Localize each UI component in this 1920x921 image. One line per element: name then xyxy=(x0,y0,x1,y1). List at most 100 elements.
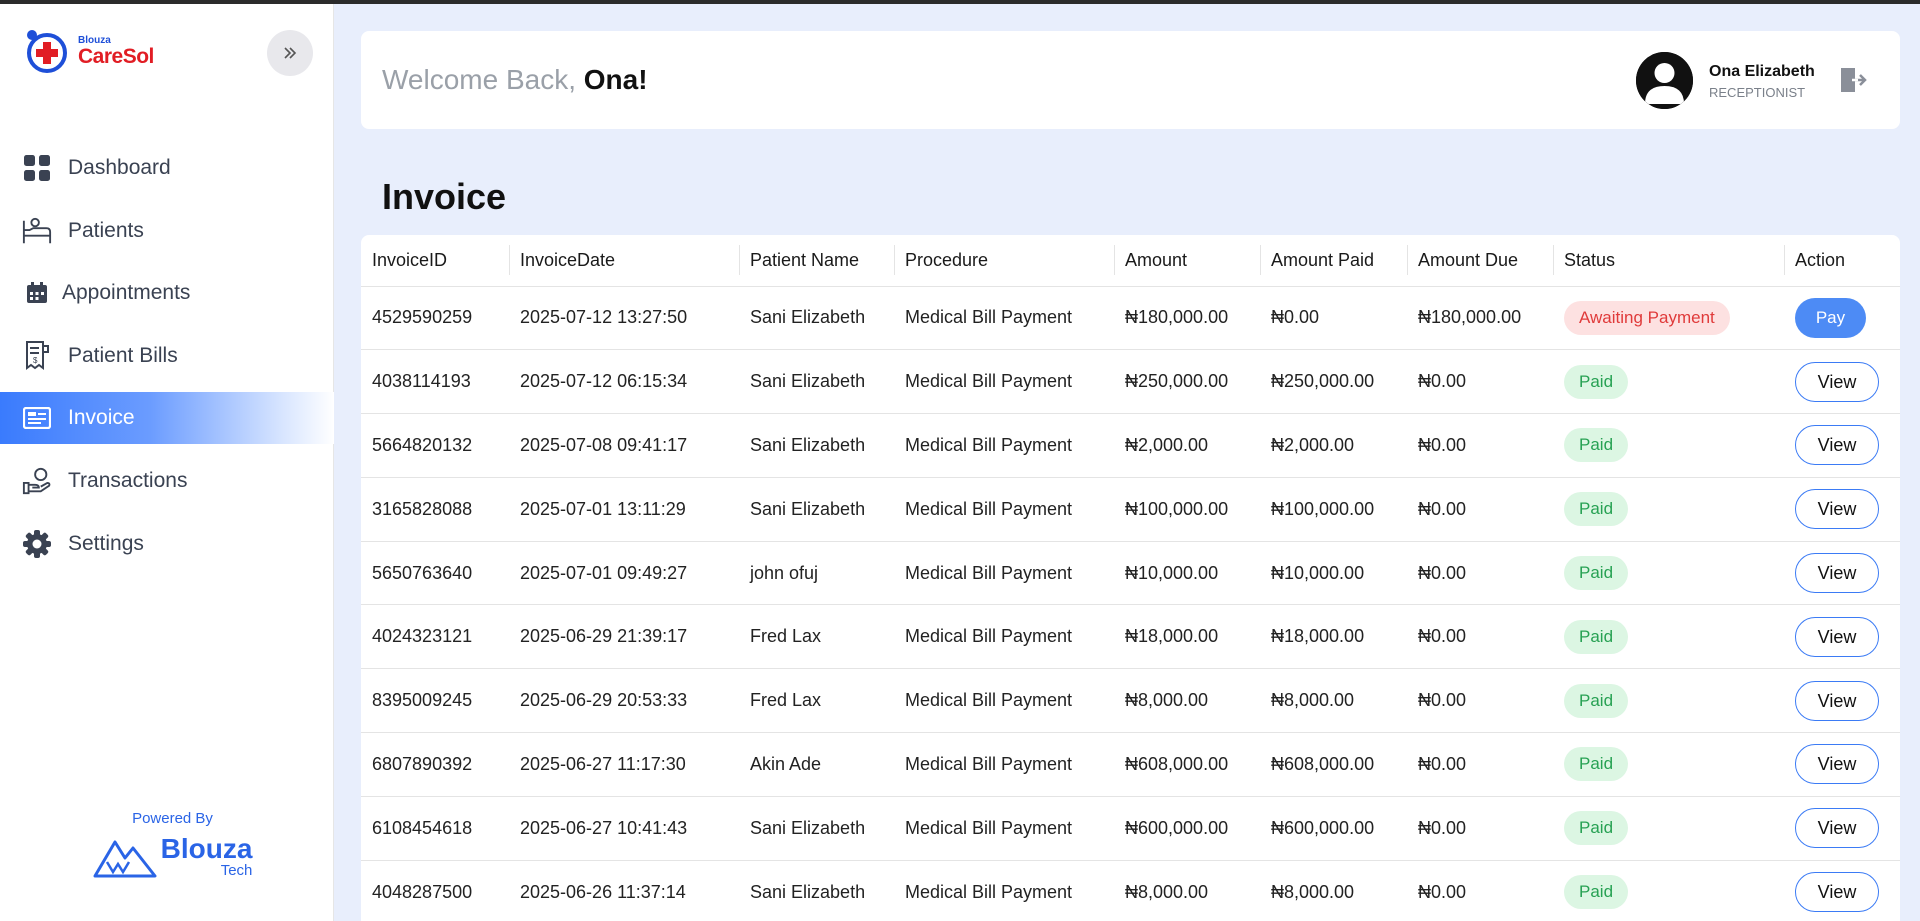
status-badge: Paid xyxy=(1564,619,1629,654)
sidebar-item-label: Patients xyxy=(68,218,144,242)
powered-by-label: Powered By xyxy=(132,810,213,827)
logout-icon xyxy=(1841,68,1867,92)
table-row: 5650763640 2025-07-01 09:49:27 john ofuj Me… xyxy=(361,541,1900,606)
amount-due-cell: ₦0.00 xyxy=(1407,668,1553,734)
column-header-procedure[interactable]: Procedure xyxy=(894,235,1114,287)
column-header-invoiceid[interactable]: InvoiceID xyxy=(361,235,509,287)
user-name: Ona Elizabeth xyxy=(1709,63,1815,80)
view-button[interactable]: View xyxy=(1795,489,1879,530)
user-role: RECEPTIONIST xyxy=(1709,85,1806,100)
column-header-amount-due[interactable]: Amount Due xyxy=(1407,235,1553,287)
patient-name-cell: Sani Elizabeth xyxy=(739,286,894,351)
sidebar-item-label: Dashboard xyxy=(68,156,171,179)
action-cell: View xyxy=(1784,477,1900,542)
action-cell: View xyxy=(1784,349,1900,415)
sidebar-collapse-button[interactable] xyxy=(267,30,313,76)
status-cell: Paid xyxy=(1553,860,1784,921)
amount-cell: ₦600,000.00 xyxy=(1114,796,1260,861)
invoice-id-cell: 3165828088 xyxy=(361,477,509,542)
procedure-cell: Medical Bill Payment xyxy=(894,541,1114,606)
column-header-action[interactable]: Action xyxy=(1784,235,1900,287)
column-header-status[interactable]: Status xyxy=(1553,235,1784,287)
amount-cell: ₦180,000.00 xyxy=(1114,286,1260,351)
action-cell: View xyxy=(1784,668,1900,734)
invoice-table-card: InvoiceID InvoiceDate Patient Name Procedur… xyxy=(361,235,1900,921)
amount-cell: ₦8,000.00 xyxy=(1114,860,1260,921)
sidebar-nav: Dashboard Patients Appointments $ Patien… xyxy=(0,142,334,580)
welcome-name: Ona! xyxy=(583,64,648,95)
amount-due-cell: ₦0.00 xyxy=(1407,732,1553,797)
view-button[interactable]: View xyxy=(1795,872,1879,913)
status-cell: Paid xyxy=(1553,477,1784,542)
table-row: 4048287500 2025-06-26 11:37:14 Sani Elizab… xyxy=(361,860,1900,921)
dashboard-icon xyxy=(22,153,52,183)
view-button[interactable]: View xyxy=(1795,808,1879,849)
sidebar-item-label: Invoice xyxy=(68,406,135,430)
welcome-prefix: Welcome Back, xyxy=(382,64,584,95)
amount-cell: ₦18,000.00 xyxy=(1114,604,1260,670)
patient-name-cell: Fred Lax xyxy=(739,668,894,734)
column-header-amount-paid[interactable]: Amount Paid xyxy=(1260,235,1407,287)
status-cell: Paid xyxy=(1553,796,1784,861)
brand-logo[interactable]: Blouza CareSol xyxy=(22,28,154,74)
table-row: 4024323121 2025-06-29 21:39:17 Fred Lax Med… xyxy=(361,604,1900,670)
patient-name-cell: Sani Elizabeth xyxy=(739,796,894,861)
column-header-amount[interactable]: Amount xyxy=(1114,235,1260,287)
table-row: 4038114193 2025-07-12 06:15:34 Sani Elizab… xyxy=(361,349,1900,415)
procedure-cell: Medical Bill Payment xyxy=(894,286,1114,351)
invoice-date-cell: 2025-07-01 09:49:27 xyxy=(509,541,739,606)
view-button[interactable]: View xyxy=(1795,361,1879,402)
action-cell: View xyxy=(1784,796,1900,861)
amount-paid-cell: ₦0.00 xyxy=(1260,286,1407,351)
sidebar-item-transactions[interactable]: Transactions xyxy=(0,455,334,507)
table-row: 4529590259 2025-07-12 13:27:50 Sani Elizab… xyxy=(361,286,1900,351)
patient-name-cell: Sani Elizabeth xyxy=(739,477,894,542)
view-button[interactable]: View xyxy=(1795,425,1879,466)
sidebar-item-invoice[interactable]: Invoice xyxy=(0,392,334,445)
amount-paid-cell: ₦8,000.00 xyxy=(1260,668,1407,734)
amount-cell: ₦100,000.00 xyxy=(1114,477,1260,542)
view-button[interactable]: View xyxy=(1795,680,1879,721)
amount-paid-cell: ₦10,000.00 xyxy=(1260,541,1407,606)
patient-name-cell: john ofuj xyxy=(739,541,894,606)
sidebar-item-label: Settings xyxy=(68,531,144,555)
status-cell: Awaiting Payment xyxy=(1553,286,1784,351)
amount-due-cell: ₦0.00 xyxy=(1407,413,1553,478)
sidebar: Blouza CareSol Dashboard Patients Appoin… xyxy=(0,4,334,921)
sidebar-item-patients[interactable]: Patients xyxy=(0,205,334,257)
view-button[interactable]: View xyxy=(1795,616,1879,657)
patient-name-cell: Akin Ade xyxy=(739,732,894,797)
sidebar-item-appointments[interactable]: Appointments xyxy=(0,267,334,319)
sidebar-item-settings[interactable]: Settings xyxy=(0,518,334,570)
procedure-cell: Medical Bill Payment xyxy=(894,732,1114,797)
patient-bed-icon xyxy=(22,216,52,246)
blouza-tech-logo: Blouza Tech xyxy=(90,835,255,878)
table-row: 8395009245 2025-06-29 20:53:33 Fred Lax Med… xyxy=(361,668,1900,734)
column-header-patient-name[interactable]: Patient Name xyxy=(739,235,894,287)
view-button[interactable]: View xyxy=(1795,744,1879,785)
brand-name: CareSol xyxy=(78,44,154,68)
svg-text:$: $ xyxy=(33,356,38,365)
page-title: Invoice xyxy=(382,176,507,217)
double-chevron-right-icon xyxy=(284,47,297,59)
invoice-date-cell: 2025-06-26 11:37:14 xyxy=(509,860,739,921)
status-badge: Paid xyxy=(1564,428,1629,463)
sidebar-item-dashboard[interactable]: Dashboard xyxy=(0,142,334,194)
invoice-id-cell: 4038114193 xyxy=(361,349,509,415)
action-cell: View xyxy=(1784,732,1900,797)
status-badge: Paid xyxy=(1564,683,1629,718)
patient-name-cell: Sani Elizabeth xyxy=(739,860,894,921)
avatar[interactable] xyxy=(1636,52,1693,109)
invoice-date-cell: 2025-06-29 21:39:17 xyxy=(509,604,739,670)
amount-due-cell: ₦180,000.00 xyxy=(1407,286,1553,351)
view-button[interactable]: View xyxy=(1795,553,1879,594)
amount-paid-cell: ₦608,000.00 xyxy=(1260,732,1407,797)
column-header-invoicedate[interactable]: InvoiceDate xyxy=(509,235,739,287)
receipt-icon: $ xyxy=(22,340,52,371)
pay-button[interactable]: Pay xyxy=(1795,297,1866,338)
logout-button[interactable] xyxy=(1838,65,1868,95)
amount-paid-cell: ₦250,000.00 xyxy=(1260,349,1407,415)
sidebar-item-patient-bills[interactable]: $ Patient Bills xyxy=(0,330,334,382)
table-header: InvoiceID InvoiceDate Patient Name Procedur… xyxy=(361,235,1900,287)
invoice-date-cell: 2025-07-12 06:15:34 xyxy=(509,349,739,415)
